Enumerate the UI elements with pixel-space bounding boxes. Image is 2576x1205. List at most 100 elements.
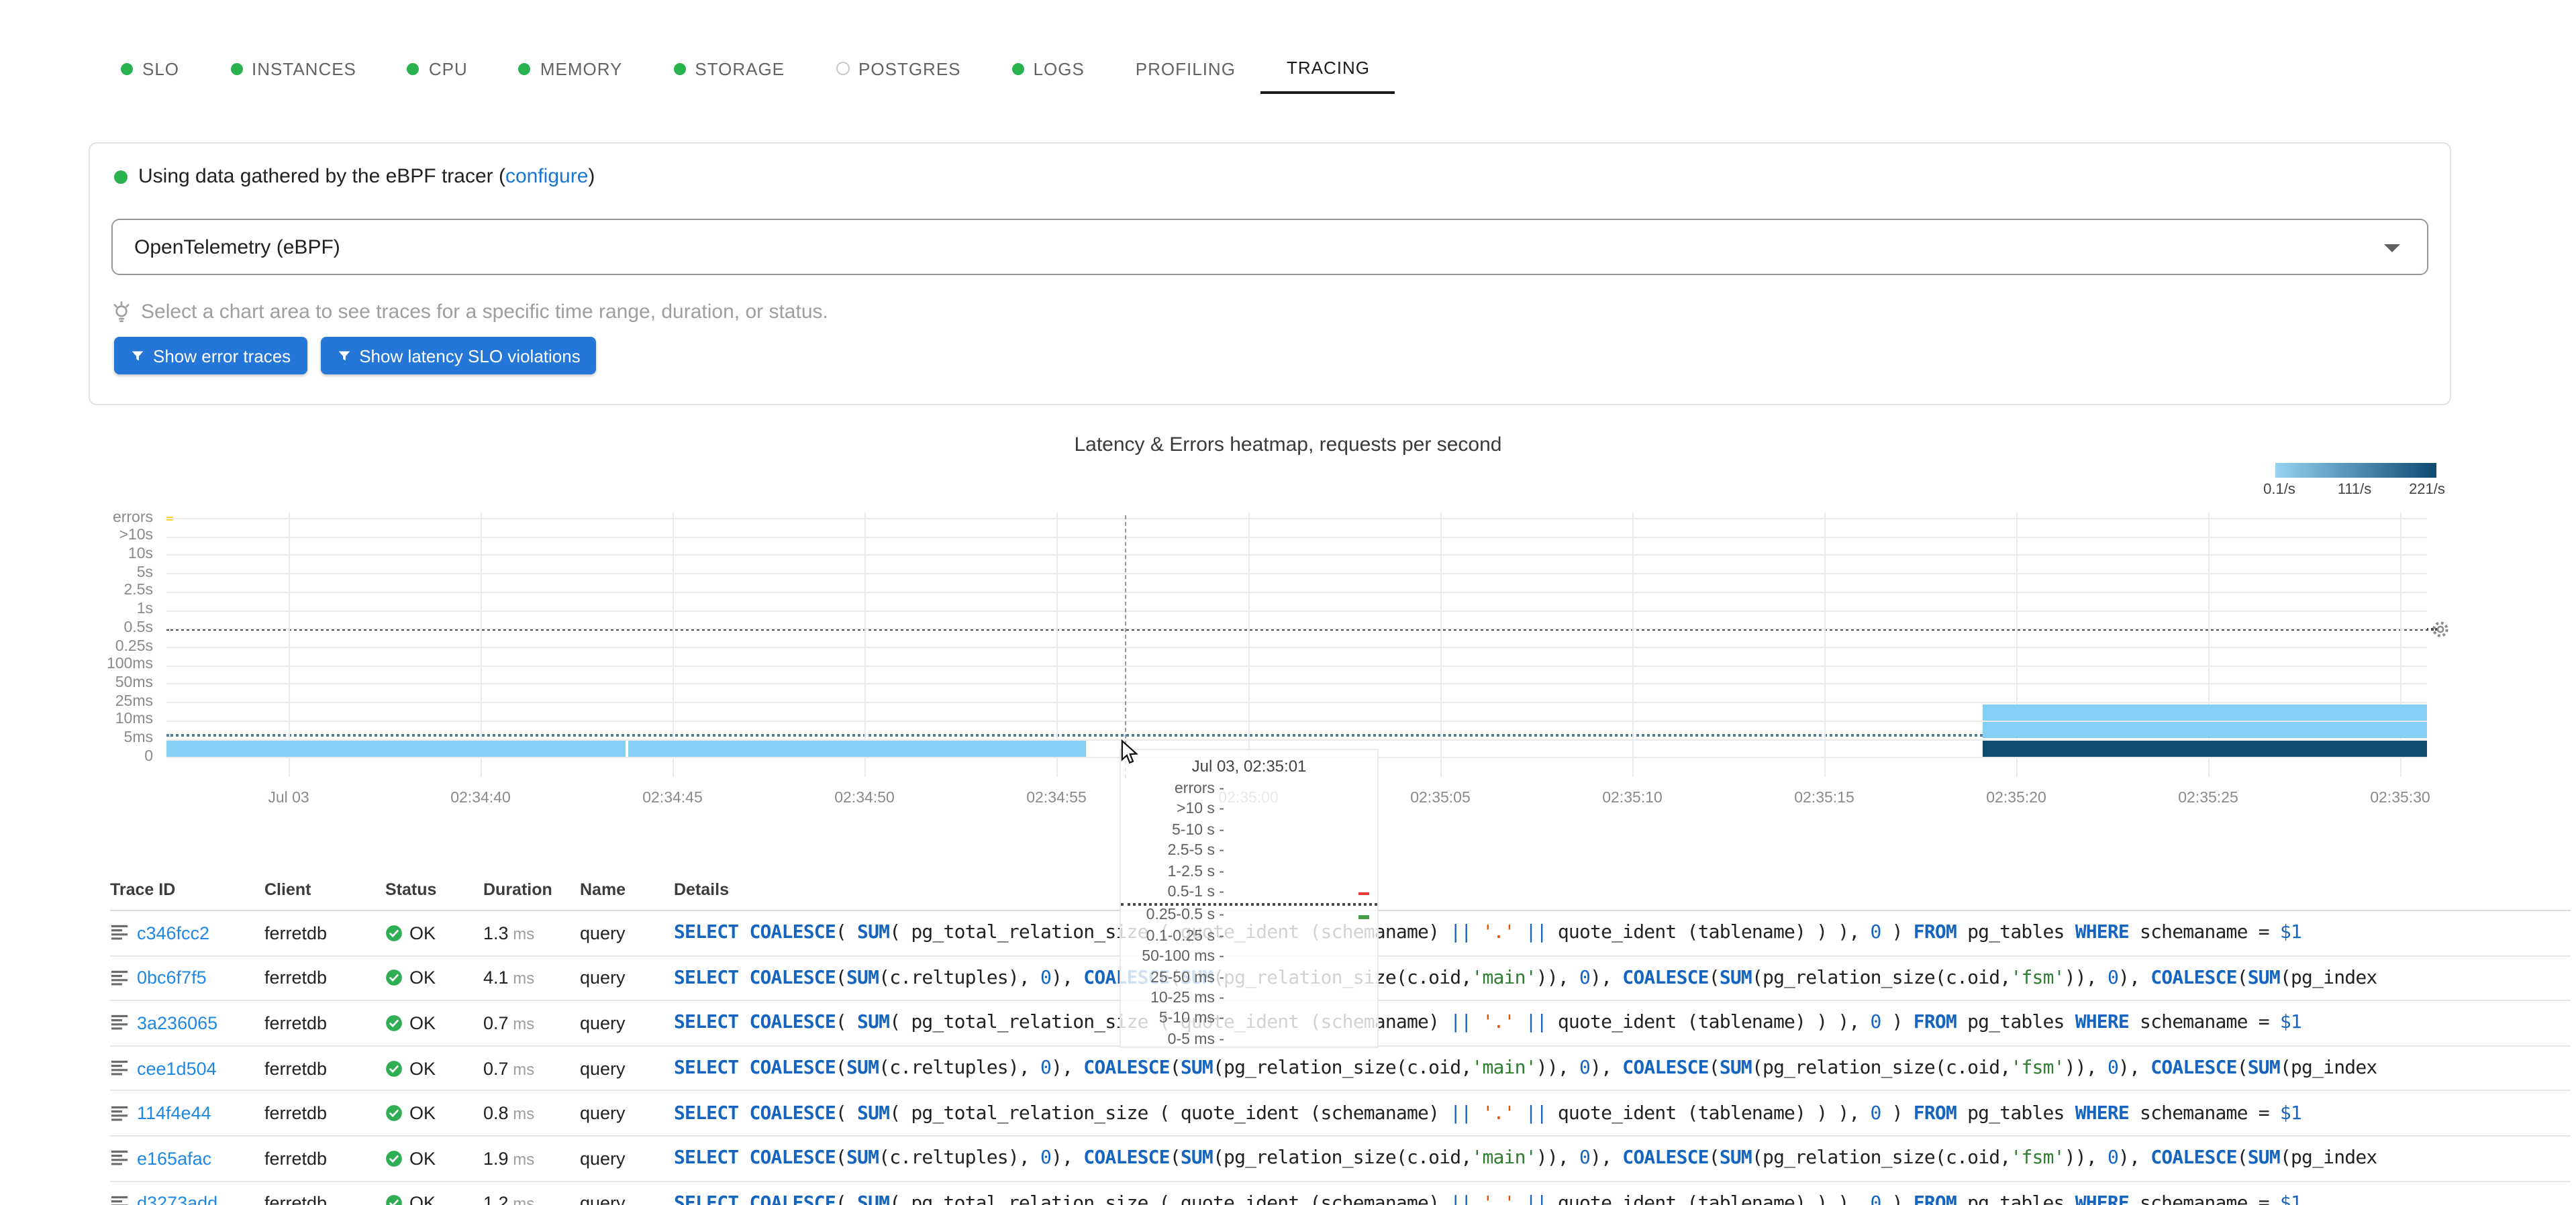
tab-slo[interactable]: SLO xyxy=(95,43,205,94)
x-axis-label: Jul 03 xyxy=(268,790,309,806)
sql-token: (c.reltuples), xyxy=(879,1057,1041,1080)
heatmap-cell xyxy=(166,740,626,757)
tab-instances[interactable]: INSTANCES xyxy=(205,43,382,94)
sql-token: 'fsm' xyxy=(2010,1147,2065,1169)
status-label: OK xyxy=(409,1103,436,1124)
name-cell: query xyxy=(580,967,626,988)
sql-token: (pg_relation_size(c.oid, xyxy=(1752,1147,2011,1169)
trace-id-link[interactable]: 0bc6f7f5 xyxy=(137,968,207,988)
y-axis-label: 50ms xyxy=(115,674,153,691)
trace-id-cell: 3a236065 xyxy=(110,1013,264,1033)
show-error-traces-button[interactable]: Show error traces xyxy=(114,337,307,374)
table-row[interactable]: d3273add ferretdb OK 1.2 ms query SELECT COAL… xyxy=(110,1182,2571,1205)
check-circle-icon xyxy=(385,1195,403,1205)
sql-token: ( pg_total_relation_size ( quote_ident (… xyxy=(889,1102,1450,1124)
sql-token: SUM xyxy=(1719,967,1752,989)
tab-tracing[interactable]: TRACING xyxy=(1260,43,1395,94)
trace-id-link[interactable]: cee1d504 xyxy=(137,1058,217,1078)
sql-token: 'fsm' xyxy=(2010,1057,2065,1080)
status-label: OK xyxy=(409,1148,436,1169)
sql-token: 0 xyxy=(1040,1057,1052,1080)
sql-token: SUM xyxy=(2247,1147,2281,1169)
sql-token: schemaname = xyxy=(2129,1192,2280,1205)
heatmap-cell xyxy=(628,740,1086,757)
tab-postgres[interactable]: POSTGRES xyxy=(810,43,987,94)
gridline-v xyxy=(864,513,866,777)
sql-token: )), xyxy=(1536,1057,1580,1080)
heatmap-plot[interactable] xyxy=(166,513,2438,777)
trace-id-link[interactable]: 3a236065 xyxy=(137,1013,217,1033)
trace-id-link[interactable]: 114f4e44 xyxy=(137,1103,211,1123)
sql-token: quote_ident (tablename) ) ), xyxy=(1546,1192,1871,1205)
tooltip-row-label: 0-5 ms - xyxy=(1167,1031,1224,1048)
tab-cpu[interactable]: CPU xyxy=(382,43,493,94)
sql-token: COALESCE xyxy=(1622,1057,1709,1080)
trace-id-link[interactable]: c346fcc2 xyxy=(137,923,209,943)
sql-token: || xyxy=(1525,1012,1548,1034)
check-circle-icon xyxy=(385,970,403,987)
sql-token: pg_tables xyxy=(1956,1102,2075,1124)
tab-logs[interactable]: LOGS xyxy=(987,43,1110,94)
tooltip-row-label: errors - xyxy=(1174,781,1224,797)
y-axis-label: 25ms xyxy=(115,693,153,710)
heatmap-cell xyxy=(1983,740,2427,757)
status-dot-icon xyxy=(1011,62,1024,74)
name-cell: query xyxy=(580,1012,626,1033)
sql-token: $1 xyxy=(2279,922,2302,944)
trace-icon xyxy=(110,969,129,988)
sql-token: ( xyxy=(2236,1147,2248,1169)
legend-mid-label: 111/s xyxy=(2337,482,2372,498)
sql-token: '.' xyxy=(1482,922,1515,944)
duration-cell: 1.9 ms xyxy=(483,1149,580,1169)
tooltip-row-label: 5-10 ms - xyxy=(1158,1010,1224,1027)
show-latency-slo-violations-button[interactable]: Show latency SLO violations xyxy=(320,337,597,374)
details-cell: SELECT COALESCE( SUM( pg_total_relation_… xyxy=(674,1193,2571,1205)
duration-unit: ms xyxy=(508,1104,535,1124)
y-axis-label: 100ms xyxy=(106,656,153,673)
tab-profiling[interactable]: PROFILING xyxy=(1110,43,1261,94)
trace-id-cell: c346fcc2 xyxy=(110,923,264,943)
tooltip-row-label: 2.5-5 s - xyxy=(1167,843,1224,859)
trace-id-cell: d3273add xyxy=(110,1194,264,1205)
show-latency-slo-violations-label: Show latency SLO violations xyxy=(359,346,581,366)
gridline-h xyxy=(166,518,2427,519)
sql-token: 0 xyxy=(1040,967,1052,989)
tab-memory[interactable]: MEMORY xyxy=(493,43,648,94)
column-header: Status xyxy=(385,880,437,899)
configure-link[interactable]: configure xyxy=(505,165,588,188)
tracing-page: SLO INSTANCES CPU MEMORY STORAGE POSTGRES LOGS… xyxy=(0,0,2576,1205)
x-axis-label: 02:35:30 xyxy=(2370,790,2430,806)
sql-token: 0 xyxy=(1579,1147,1591,1169)
sql-token: COALESCE xyxy=(1083,1147,1170,1169)
client-cell: ferretdb xyxy=(264,1193,328,1205)
trace-id-link[interactable]: e165afac xyxy=(137,1149,211,1169)
tooltip-row: 50-100 ms - xyxy=(1121,947,1377,968)
duration-cell: 1.3 ms xyxy=(483,923,580,943)
status-label: OK xyxy=(409,1058,436,1079)
trace-icon xyxy=(110,1014,129,1033)
trace-id-link[interactable]: d3273add xyxy=(137,1194,217,1205)
gear-icon[interactable] xyxy=(2430,619,2451,640)
trace-icon xyxy=(110,924,129,943)
details-cell: SELECT COALESCE(SUM(c.reltuples), 0), CO… xyxy=(674,1057,2571,1079)
status-label: OK xyxy=(409,1193,436,1205)
table-row[interactable]: cee1d504 ferretdb OK 0.7 ms query SELECT COAL… xyxy=(110,1047,2571,1092)
status-dot-icon xyxy=(407,62,419,74)
sql-token: COALESCE xyxy=(749,1057,836,1080)
trace-icon xyxy=(110,1059,129,1078)
sql-token: (pg_index xyxy=(2279,967,2377,989)
table-row[interactable]: e165afac ferretdb OK 1.9 ms query SELECT COAL… xyxy=(110,1137,2571,1182)
gridline-v xyxy=(481,513,482,777)
tracing-source-select[interactable]: OpenTelemetry (eBPF) xyxy=(111,219,2428,275)
name-cell: query xyxy=(580,923,626,943)
status-cell: OK xyxy=(385,923,483,943)
duration-value: 4.1 xyxy=(483,967,509,988)
table-row[interactable]: 114f4e44 ferretdb OK 0.8 ms query SELECT COAL… xyxy=(110,1092,2571,1137)
tab-storage[interactable]: STORAGE xyxy=(648,43,810,94)
sql-token: ), xyxy=(1051,1057,1084,1080)
tooltip-title: Jul 03, 02:35:01 xyxy=(1191,757,1307,776)
sql-token: ), xyxy=(1051,967,1084,989)
status-cell: OK xyxy=(385,968,483,988)
